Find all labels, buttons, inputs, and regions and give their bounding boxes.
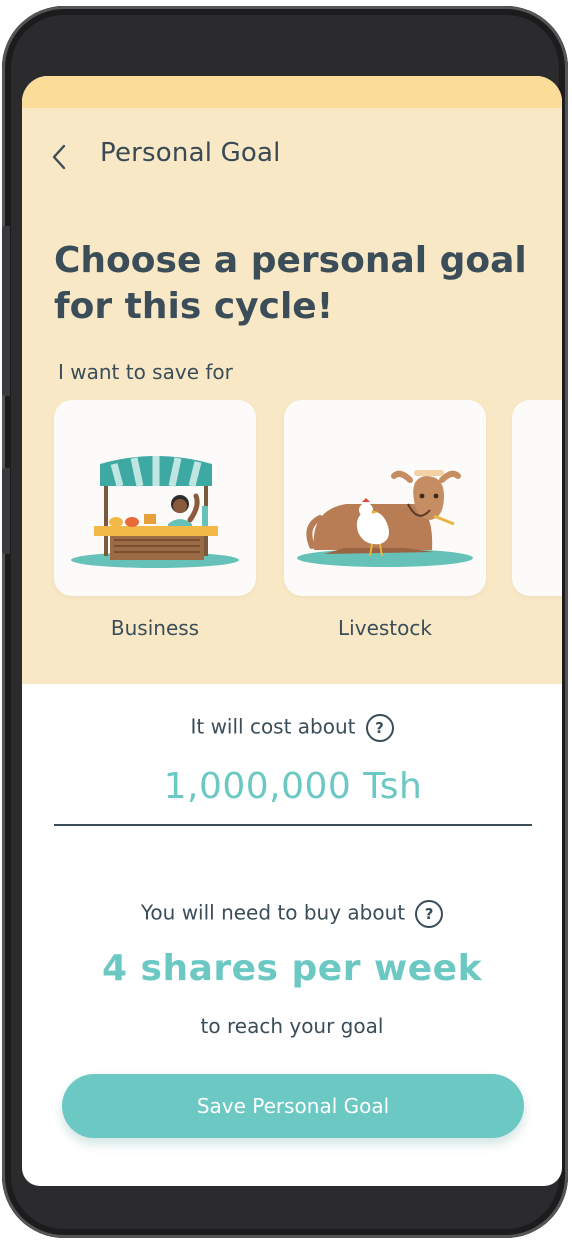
shares-per-week: 4 shares per week — [101, 948, 483, 989]
phone-frame: Personal Goal Choose a personal goal for… — [2, 6, 568, 1238]
goal-hero-section: Personal Goal Choose a personal goal for… — [22, 76, 562, 684]
cow-chicken-icon — [297, 470, 473, 567]
status-bar — [22, 76, 562, 108]
market-stall-icon — [71, 456, 239, 568]
page-title: Personal Goal — [100, 138, 281, 168]
cost-input-underline — [54, 824, 532, 826]
goal-card-livestock[interactable] — [284, 400, 486, 596]
reach-goal-text: to reach your goal — [200, 1014, 384, 1038]
goal-card-next[interactable] — [512, 400, 562, 596]
need-help-icon[interactable]: ? — [415, 900, 444, 928]
chevron-left-icon — [52, 144, 66, 170]
volume-button — [2, 226, 10, 396]
cost-label: It will cost about — [190, 714, 356, 739]
goal-label-business: Business — [110, 616, 200, 640]
cost-help-icon[interactable]: ? — [365, 714, 394, 742]
cost-label-row: It will cost about? — [22, 714, 562, 742]
back-button[interactable] — [46, 140, 72, 174]
need-label: You will need to buy about — [140, 900, 406, 925]
save-for-label: I want to save for — [58, 360, 233, 384]
save-personal-goal-button[interactable]: Save Personal Goal — [62, 1074, 524, 1138]
need-label-row: You will need to buy about? — [22, 900, 562, 928]
headline: Choose a personal goal for this cycle! — [54, 240, 527, 327]
screen: Personal Goal Choose a personal goal for… — [22, 76, 562, 1186]
power-button — [2, 468, 10, 554]
goal-label-livestock: Livestock — [338, 616, 432, 640]
cost-input[interactable]: 1,000,000 Tsh — [54, 766, 532, 807]
goal-card-business[interactable] — [54, 400, 256, 596]
